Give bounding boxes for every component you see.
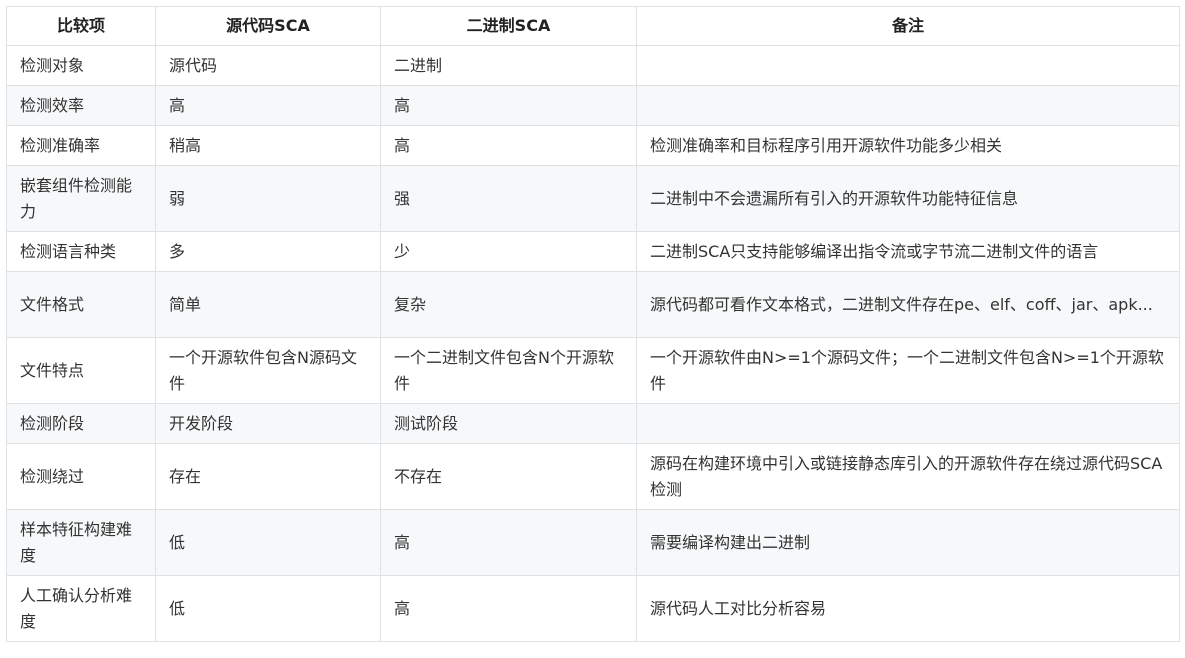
table-row: 检测绕过 存在 不存在 源码在构建环境中引入或链接静态库引入的开源软件存在绕过源… <box>6 443 1180 510</box>
cell-source-sca: 稍高 <box>155 125 381 166</box>
cell-binary-sca: 少 <box>380 231 637 272</box>
cell-source-sca: 低 <box>155 509 381 576</box>
cell-item: 检测准确率 <box>6 125 156 166</box>
cell-binary-sca: 一个二进制文件包含N个开源软件 <box>380 337 637 404</box>
cell-source-sca: 低 <box>155 575 381 642</box>
cell-binary-sca: 高 <box>380 125 637 166</box>
cell-item: 人工确认分析难度 <box>6 575 156 642</box>
cell-binary-sca: 测试阶段 <box>380 403 637 444</box>
table-row: 检测效率 高 高 <box>6 85 1180 126</box>
cell-source-sca: 源代码 <box>155 45 381 86</box>
cell-binary-sca: 高 <box>380 575 637 642</box>
comparison-table-container: 比较项 源代码SCA 二进制SCA 备注 检测对象 源代码 二进制 检测效率 高… <box>6 6 1180 642</box>
cell-remark: 需要编译构建出二进制 <box>636 509 1180 576</box>
header-remarks: 备注 <box>636 6 1180 46</box>
cell-item: 检测效率 <box>6 85 156 126</box>
table-row: 文件格式 简单 复杂 源代码都可看作文本格式，二进制文件存在pe、elf、cof… <box>6 271 1180 338</box>
cell-remark: 检测准确率和目标程序引用开源软件功能多少相关 <box>636 125 1180 166</box>
cell-binary-sca: 复杂 <box>380 271 637 338</box>
header-binary-sca: 二进制SCA <box>380 6 637 46</box>
cell-remark <box>636 403 1180 444</box>
cell-source-sca: 开发阶段 <box>155 403 381 444</box>
cell-remark: 源代码人工对比分析容易 <box>636 575 1180 642</box>
cell-item: 检测语言种类 <box>6 231 156 272</box>
table-row: 检测对象 源代码 二进制 <box>6 45 1180 86</box>
cell-source-sca: 存在 <box>155 443 381 510</box>
table-row: 样本特征构建难度 低 高 需要编译构建出二进制 <box>6 509 1180 576</box>
table-row: 文件特点 一个开源软件包含N源码文件 一个二进制文件包含N个开源软件 一个开源软… <box>6 337 1180 404</box>
table-row: 嵌套组件检测能力 弱 强 二进制中不会遗漏所有引入的开源软件功能特征信息 <box>6 165 1180 232</box>
cell-remark: 一个开源软件由N>=1个源码文件；一个二进制文件包含N>=1个开源软件 <box>636 337 1180 404</box>
header-source-sca: 源代码SCA <box>155 6 381 46</box>
cell-item: 样本特征构建难度 <box>6 509 156 576</box>
cell-item: 检测对象 <box>6 45 156 86</box>
table-row: 人工确认分析难度 低 高 源代码人工对比分析容易 <box>6 575 1180 642</box>
cell-item: 文件特点 <box>6 337 156 404</box>
cell-binary-sca: 强 <box>380 165 637 232</box>
cell-remark <box>636 85 1180 126</box>
cell-item: 检测绕过 <box>6 443 156 510</box>
cell-item: 检测阶段 <box>6 403 156 444</box>
cell-source-sca: 高 <box>155 85 381 126</box>
cell-binary-sca: 不存在 <box>380 443 637 510</box>
cell-source-sca: 弱 <box>155 165 381 232</box>
cell-item: 嵌套组件检测能力 <box>6 165 156 232</box>
cell-remark <box>636 45 1180 86</box>
table-row: 检测准确率 稍高 高 检测准确率和目标程序引用开源软件功能多少相关 <box>6 125 1180 166</box>
cell-binary-sca: 高 <box>380 509 637 576</box>
table-row: 检测阶段 开发阶段 测试阶段 <box>6 403 1180 444</box>
cell-remark: 源代码都可看作文本格式，二进制文件存在pe、elf、coff、jar、apk..… <box>636 271 1180 338</box>
cell-binary-sca: 二进制 <box>380 45 637 86</box>
cell-source-sca: 多 <box>155 231 381 272</box>
cell-binary-sca: 高 <box>380 85 637 126</box>
header-comparison-item: 比较项 <box>6 6 156 46</box>
cell-source-sca: 简单 <box>155 271 381 338</box>
cell-remark: 源码在构建环境中引入或链接静态库引入的开源软件存在绕过源代码SCA检测 <box>636 443 1180 510</box>
table-header-row: 比较项 源代码SCA 二进制SCA 备注 <box>6 6 1180 46</box>
cell-remark: 二进制中不会遗漏所有引入的开源软件功能特征信息 <box>636 165 1180 232</box>
cell-source-sca: 一个开源软件包含N源码文件 <box>155 337 381 404</box>
cell-item: 文件格式 <box>6 271 156 338</box>
comparison-table: 比较项 源代码SCA 二进制SCA 备注 检测对象 源代码 二进制 检测效率 高… <box>6 6 1180 642</box>
cell-remark: 二进制SCA只支持能够编译出指令流或字节流二进制文件的语言 <box>636 231 1180 272</box>
table-row: 检测语言种类 多 少 二进制SCA只支持能够编译出指令流或字节流二进制文件的语言 <box>6 231 1180 272</box>
